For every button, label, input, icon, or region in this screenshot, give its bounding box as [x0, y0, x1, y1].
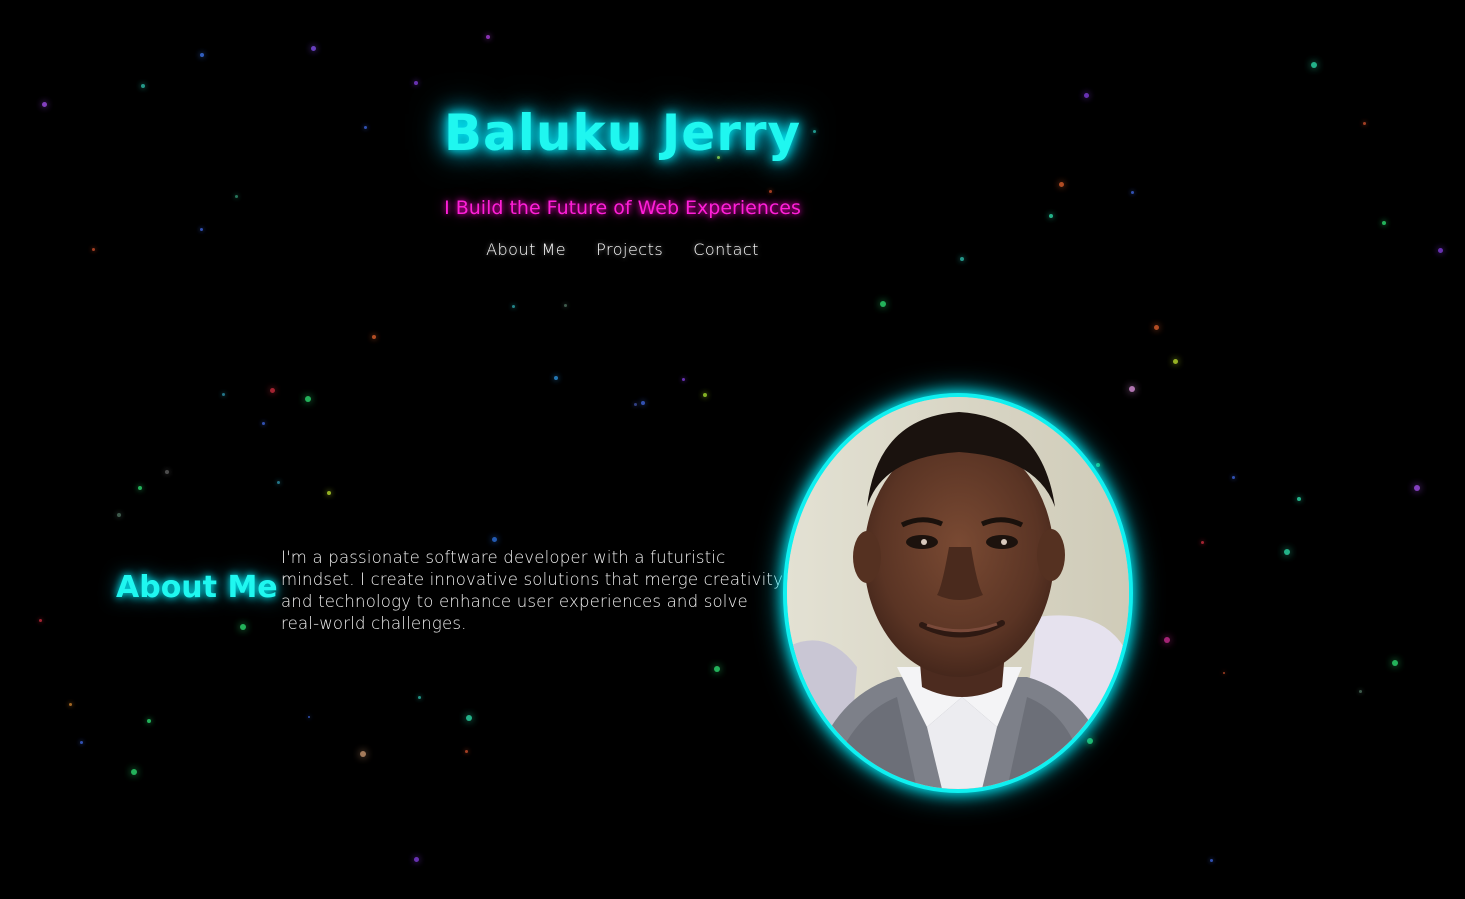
star-particle: [1232, 476, 1235, 479]
star-particle: [1201, 541, 1204, 544]
star-particle: [1284, 549, 1290, 555]
star-particle: [414, 81, 418, 85]
star-particle: [305, 396, 311, 402]
star-particle: [682, 378, 685, 381]
star-particle: [327, 491, 331, 495]
star-particle: [1154, 325, 1159, 330]
star-particle: [465, 750, 468, 753]
star-particle: [492, 537, 497, 542]
star-particle: [1382, 221, 1386, 225]
star-particle: [69, 703, 72, 706]
star-particle: [360, 751, 366, 757]
star-particle: [1363, 122, 1366, 125]
star-particle: [769, 190, 772, 193]
star-particle: [311, 46, 316, 51]
star-particle: [1297, 497, 1301, 501]
star-particle: [1311, 62, 1317, 68]
star-particle: [270, 388, 275, 393]
star-particle: [1084, 93, 1089, 98]
nav-link-about[interactable]: About Me: [486, 240, 566, 259]
star-particle: [240, 624, 246, 630]
star-particle: [1414, 485, 1420, 491]
profile-photo-illustration: [787, 397, 1129, 789]
star-particle: [80, 741, 83, 744]
star-particle: [414, 857, 419, 862]
star-particle: [466, 715, 472, 721]
star-particle: [1359, 690, 1362, 693]
star-particle: [308, 716, 310, 718]
star-particle: [138, 486, 142, 490]
profile-photo: [783, 393, 1133, 793]
about-text: I'm a passionate software developer with…: [281, 548, 784, 633]
star-particle: [641, 401, 645, 405]
star-particle: [418, 696, 421, 699]
star-particle: [1210, 859, 1213, 862]
nav-link-projects[interactable]: Projects: [596, 240, 663, 259]
star-particle: [277, 481, 280, 484]
star-particle: [141, 84, 145, 88]
star-particle: [554, 376, 558, 380]
star-particle: [165, 470, 169, 474]
site-title: Baluku Jerry: [443, 104, 802, 162]
star-particle: [1096, 463, 1100, 467]
star-particle: [147, 719, 151, 723]
star-particle: [880, 301, 886, 307]
star-particle: [512, 305, 515, 308]
star-particle: [262, 422, 265, 425]
star-particle: [200, 53, 204, 57]
nav-link-contact[interactable]: Contact: [693, 240, 759, 259]
star-particle: [486, 35, 490, 39]
main-nav: About Me Projects Contact: [0, 240, 1245, 259]
page: Baluku Jerry I Build the Future of Web E…: [0, 0, 1465, 899]
star-particle: [1438, 248, 1443, 253]
star-particle: [703, 393, 707, 397]
star-particle: [222, 393, 225, 396]
star-particle: [200, 228, 203, 231]
site-tagline: I Build the Future of Web Experiences: [444, 197, 801, 219]
star-particle: [1131, 191, 1134, 194]
star-particle: [1223, 672, 1225, 674]
star-particle: [39, 619, 42, 622]
star-particle: [117, 513, 121, 517]
star-particle: [1164, 637, 1170, 643]
star-particle: [1059, 182, 1064, 187]
star-particle: [131, 769, 137, 775]
star-particle: [1087, 738, 1093, 744]
about-heading: About Me: [116, 570, 278, 605]
star-particle: [1129, 386, 1135, 392]
star-particle: [1173, 359, 1178, 364]
star-particle: [372, 335, 376, 339]
star-particle: [1392, 660, 1398, 666]
star-particle: [714, 666, 720, 672]
star-particle: [564, 304, 567, 307]
star-particle: [634, 403, 637, 406]
